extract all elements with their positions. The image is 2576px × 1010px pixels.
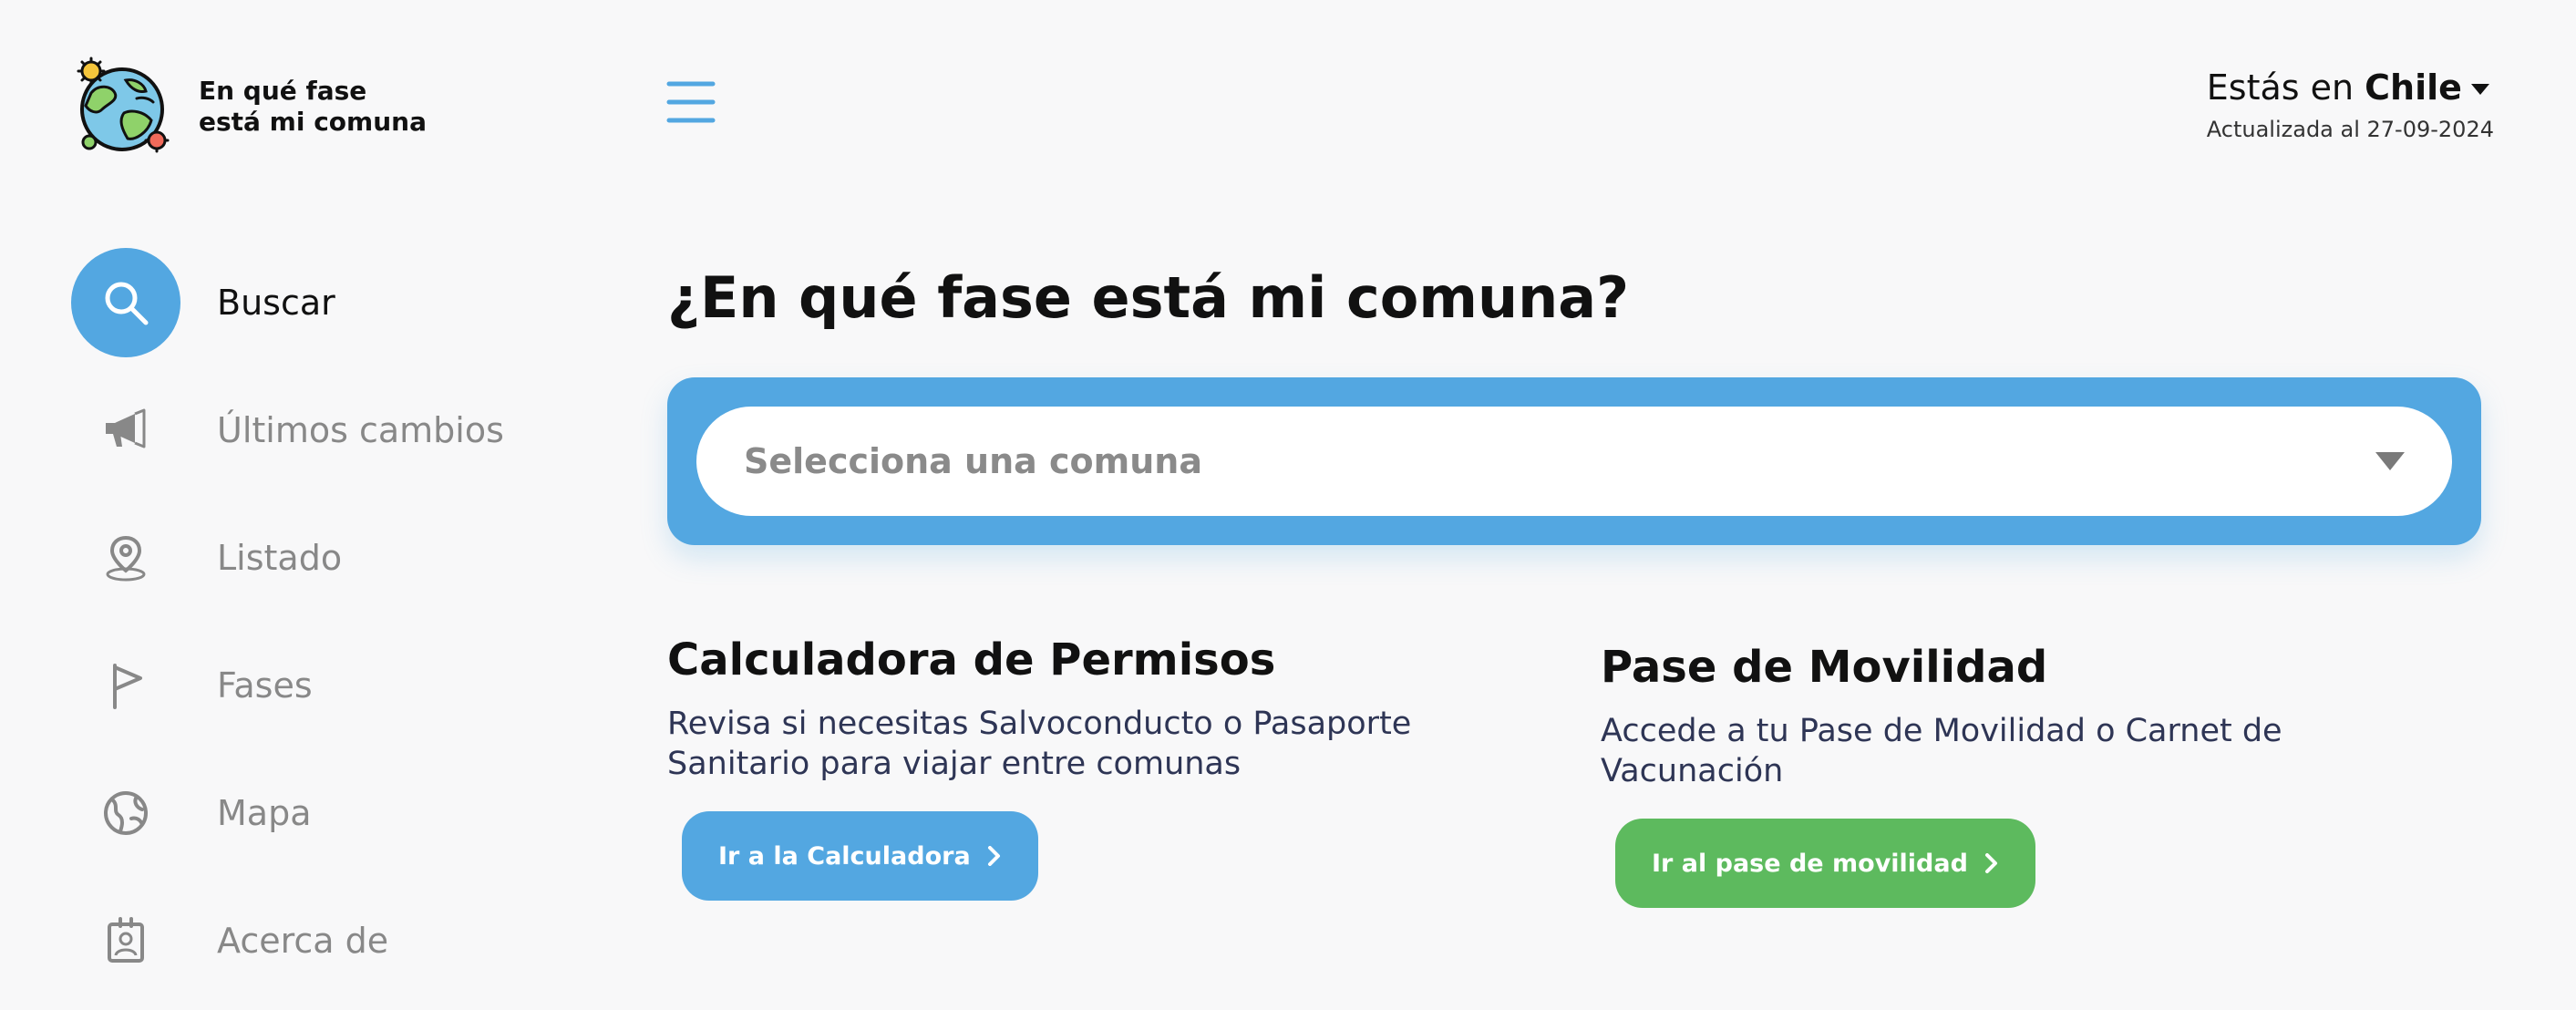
brand-logo[interactable]: En qué fase está mi comuna (71, 57, 427, 157)
caret-down-icon (2470, 84, 2489, 95)
comuna-select[interactable]: Selecciona una comuna (696, 407, 2452, 516)
chevron-right-icon (1984, 853, 1997, 873)
hamburger-icon (666, 81, 716, 123)
location-info: Estás en Chile Actualizada al 27-09-2024 (2207, 67, 2494, 142)
mobility-pass-button[interactable]: Ir al pase de movilidad (1615, 819, 2035, 908)
sidebar-item-label: Acerca de (217, 921, 389, 961)
card-title: Pase de Movilidad (1601, 642, 2048, 693)
permit-calculator-card: Calculadora de Permisos Revisa si necesi… (667, 634, 1488, 901)
comuna-select-placeholder: Selecciona una comuna (744, 441, 1202, 481)
card-description: Accede a tu Pase de Movilidad o Carnet d… (1601, 713, 2282, 789)
sidebar-item-label: Fases (217, 665, 313, 706)
sidebar-item-label: Buscar (217, 283, 335, 323)
megaphone-icon (106, 408, 146, 448)
mobility-pass-card: Pase de Movilidad Accede a tu Pase de Mo… (1601, 642, 2421, 908)
dropdown-caret-icon (2375, 452, 2405, 470)
sidebar-item-ultimos-cambios[interactable]: Últimos cambios (71, 376, 504, 485)
location-country: Chile (2365, 67, 2462, 108)
search-panel: Selecciona una comuna (667, 377, 2481, 545)
id-badge-icon (108, 917, 144, 963)
sidebar-item-label: Últimos cambios (217, 410, 504, 450)
nav-icon-container (71, 248, 180, 357)
globe-virus-logo-icon (77, 57, 170, 153)
menu-toggle-button[interactable] (665, 78, 716, 126)
sidebar-item-acerca-de[interactable]: Acerca de (71, 886, 388, 995)
page-title: ¿En qué fase está mi comuna? (667, 264, 1630, 331)
flag-icon (113, 664, 142, 709)
nav-icon-container (71, 503, 180, 613)
last-updated: Actualizada al 27-09-2024 (2206, 117, 2494, 142)
calculator-button[interactable]: Ir a la Calculadora (682, 811, 1038, 901)
button-label: Ir al pase de movilidad (1652, 849, 1968, 878)
sidebar-item-listado[interactable]: Listado (71, 503, 342, 613)
sidebar-item-label: Listado (217, 538, 343, 578)
globe-icon (104, 791, 148, 835)
sidebar-item-mapa[interactable]: Mapa (71, 758, 311, 868)
button-label: Ir a la Calculadora (718, 841, 971, 871)
sidebar-item-label: Mapa (217, 793, 312, 833)
location-pin-icon (106, 535, 146, 582)
nav-icon-container (71, 886, 180, 995)
country-selector[interactable]: Estás en Chile (2207, 67, 2494, 108)
sidebar-item-buscar[interactable]: Buscar (71, 248, 335, 357)
location-prefix: Estás en (2206, 67, 2354, 108)
card-title: Calculadora de Permisos (667, 634, 1276, 685)
nav-icon-container (71, 758, 180, 868)
search-icon (105, 282, 149, 325)
nav-icon-container (71, 631, 180, 740)
chevron-right-icon (987, 846, 1000, 866)
brand-line-1: En qué fase (199, 76, 367, 106)
card-description: Revisa si necesitas Salvoconducto o Pasa… (667, 706, 1412, 782)
brand-line-2: está mi comuna (199, 107, 427, 137)
nav-icon-container (71, 376, 180, 485)
brand-name: En qué fase está mi comuna (199, 76, 427, 138)
sidebar-item-fases[interactable]: Fases (71, 631, 313, 740)
